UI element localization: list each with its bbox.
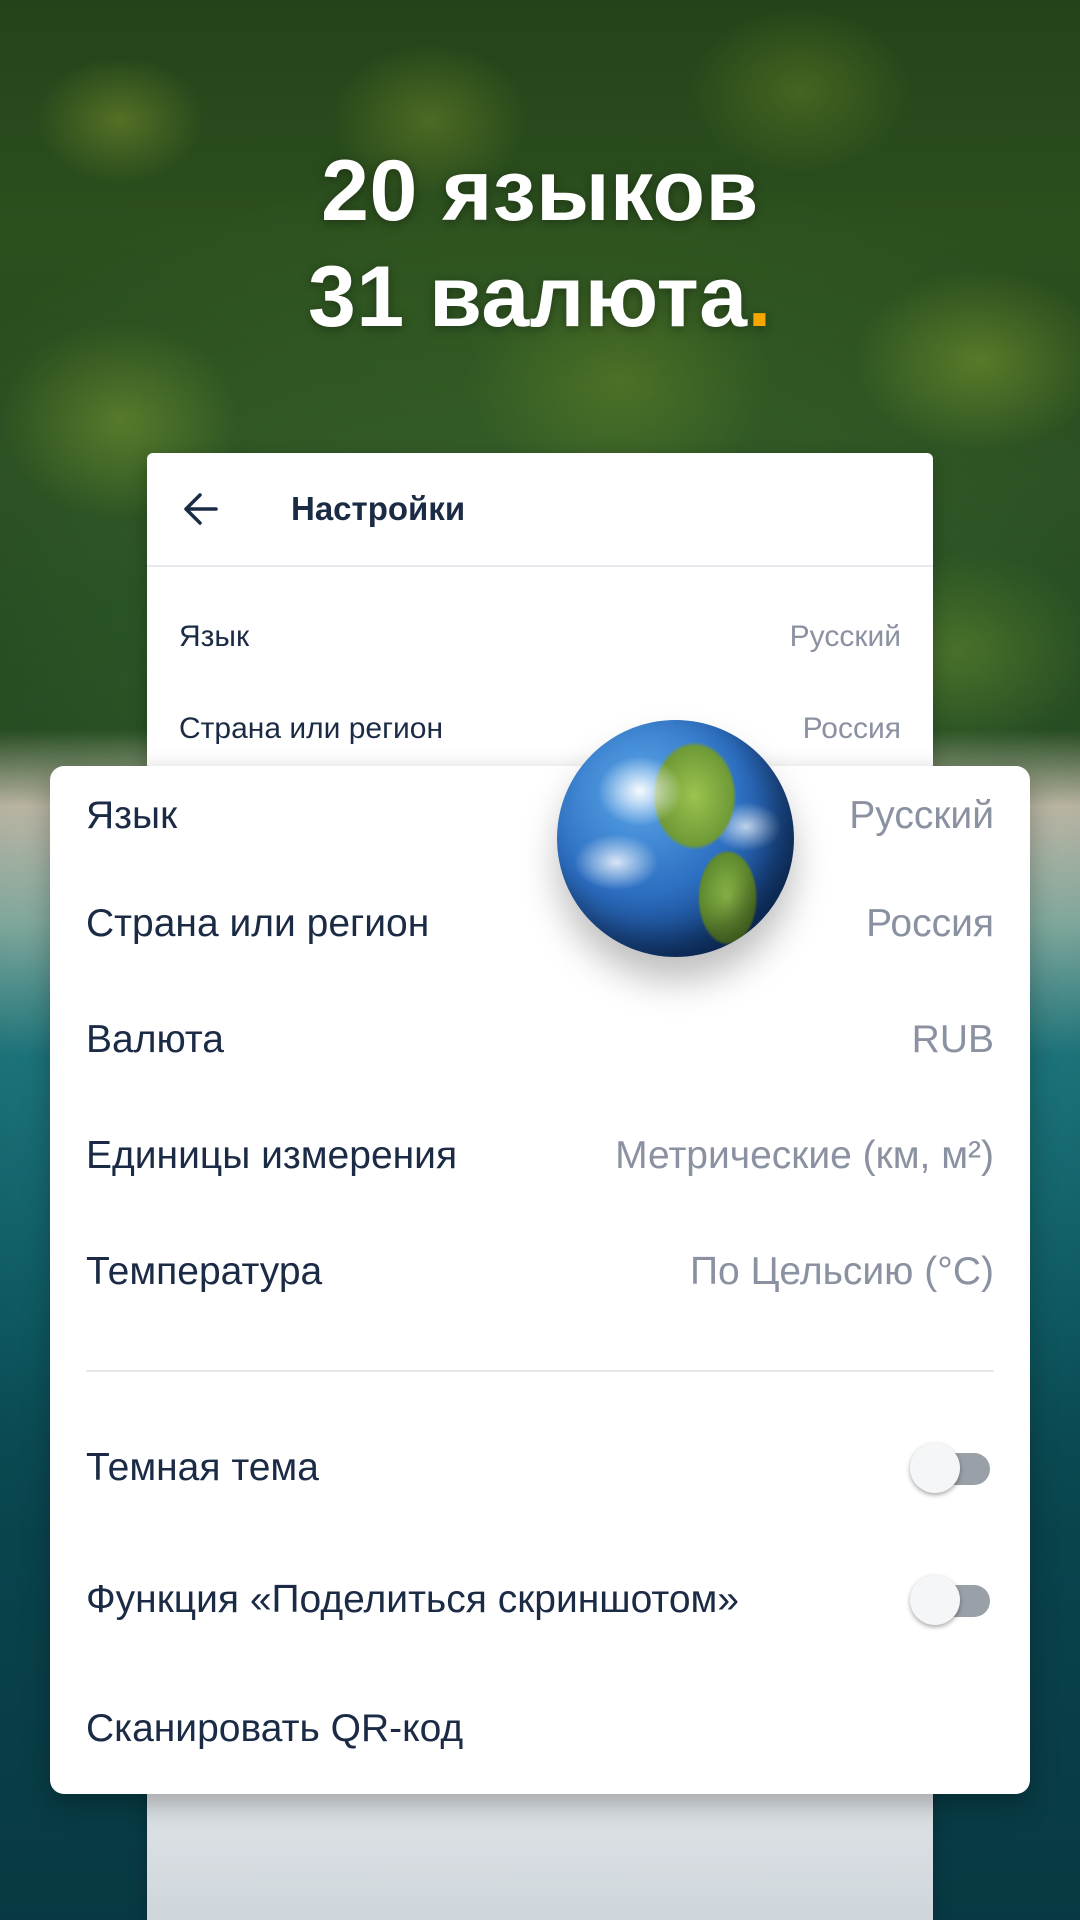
row-value: Россия bbox=[866, 902, 994, 945]
promo-line-1: 20 языков bbox=[321, 143, 759, 239]
row-label: Единицы измерения bbox=[86, 1134, 458, 1177]
phone-row-language[interactable]: Язык Русский bbox=[147, 591, 933, 683]
settings-row-temperature[interactable]: Температура По Цельсию (°C) bbox=[86, 1214, 994, 1330]
phone-header: Настройки bbox=[147, 453, 933, 567]
toggle-knob bbox=[910, 1575, 960, 1625]
row-value: RUB bbox=[911, 1018, 994, 1061]
settings-row-region[interactable]: Страна или регион Россия bbox=[86, 866, 994, 982]
row-value: По Цельсию (°C) bbox=[690, 1250, 994, 1293]
promo-accent-dot: . bbox=[747, 249, 772, 345]
phone-row-label: Страна или регион bbox=[179, 712, 444, 745]
row-label: Язык bbox=[86, 794, 178, 837]
phone-title: Настройки bbox=[291, 490, 466, 527]
row-label: Темная тема bbox=[86, 1446, 319, 1489]
row-value: Метрические (км, м²) bbox=[615, 1134, 994, 1177]
row-label: Температура bbox=[86, 1250, 323, 1293]
settings-row-dark-theme[interactable]: Темная тема bbox=[50, 1402, 1030, 1534]
settings-card: Язык Русский Страна или регион Россия Ва… bbox=[50, 766, 1030, 1794]
phone-row-label: Язык bbox=[179, 620, 250, 653]
row-label: Валюта bbox=[86, 1018, 224, 1061]
back-arrow-icon[interactable] bbox=[171, 481, 227, 537]
settings-list: Язык Русский Страна или регион Россия Ва… bbox=[50, 766, 1030, 1330]
settings-row-units[interactable]: Единицы измерения Метрические (км, м²) bbox=[86, 1098, 994, 1214]
settings-row-currency[interactable]: Валюта RUB bbox=[86, 982, 994, 1098]
dark-theme-toggle[interactable] bbox=[910, 1441, 994, 1495]
promo-headline: 20 языков 31 валюта. bbox=[0, 138, 1080, 350]
row-value: Русский bbox=[849, 794, 994, 837]
settings-row-scan-qr[interactable]: Сканировать QR-код bbox=[50, 1666, 1030, 1792]
row-label: Функция «Поделиться скриншотом» bbox=[86, 1578, 740, 1621]
promo-line-2-text: 31 валюта bbox=[308, 249, 748, 345]
row-label: Сканировать QR-код bbox=[86, 1707, 464, 1750]
phone-row-value: Россия bbox=[802, 712, 901, 745]
section-divider bbox=[86, 1370, 994, 1372]
settings-row-language[interactable]: Язык Русский bbox=[86, 766, 994, 866]
phone-row-value: Русский bbox=[789, 620, 901, 653]
phone-settings-list: Язык Русский Страна или регион Россия bbox=[147, 567, 933, 775]
row-label: Страна или регион bbox=[86, 902, 430, 945]
settings-row-share-screenshot[interactable]: Функция «Поделиться скриншотом» bbox=[50, 1534, 1030, 1666]
globe-icon bbox=[557, 720, 794, 957]
promo-line-2: 31 валюта. bbox=[0, 244, 1080, 350]
phone-row-region[interactable]: Страна или регион Россия bbox=[147, 683, 933, 775]
share-screenshot-toggle[interactable] bbox=[910, 1573, 994, 1627]
toggle-knob bbox=[910, 1443, 960, 1493]
